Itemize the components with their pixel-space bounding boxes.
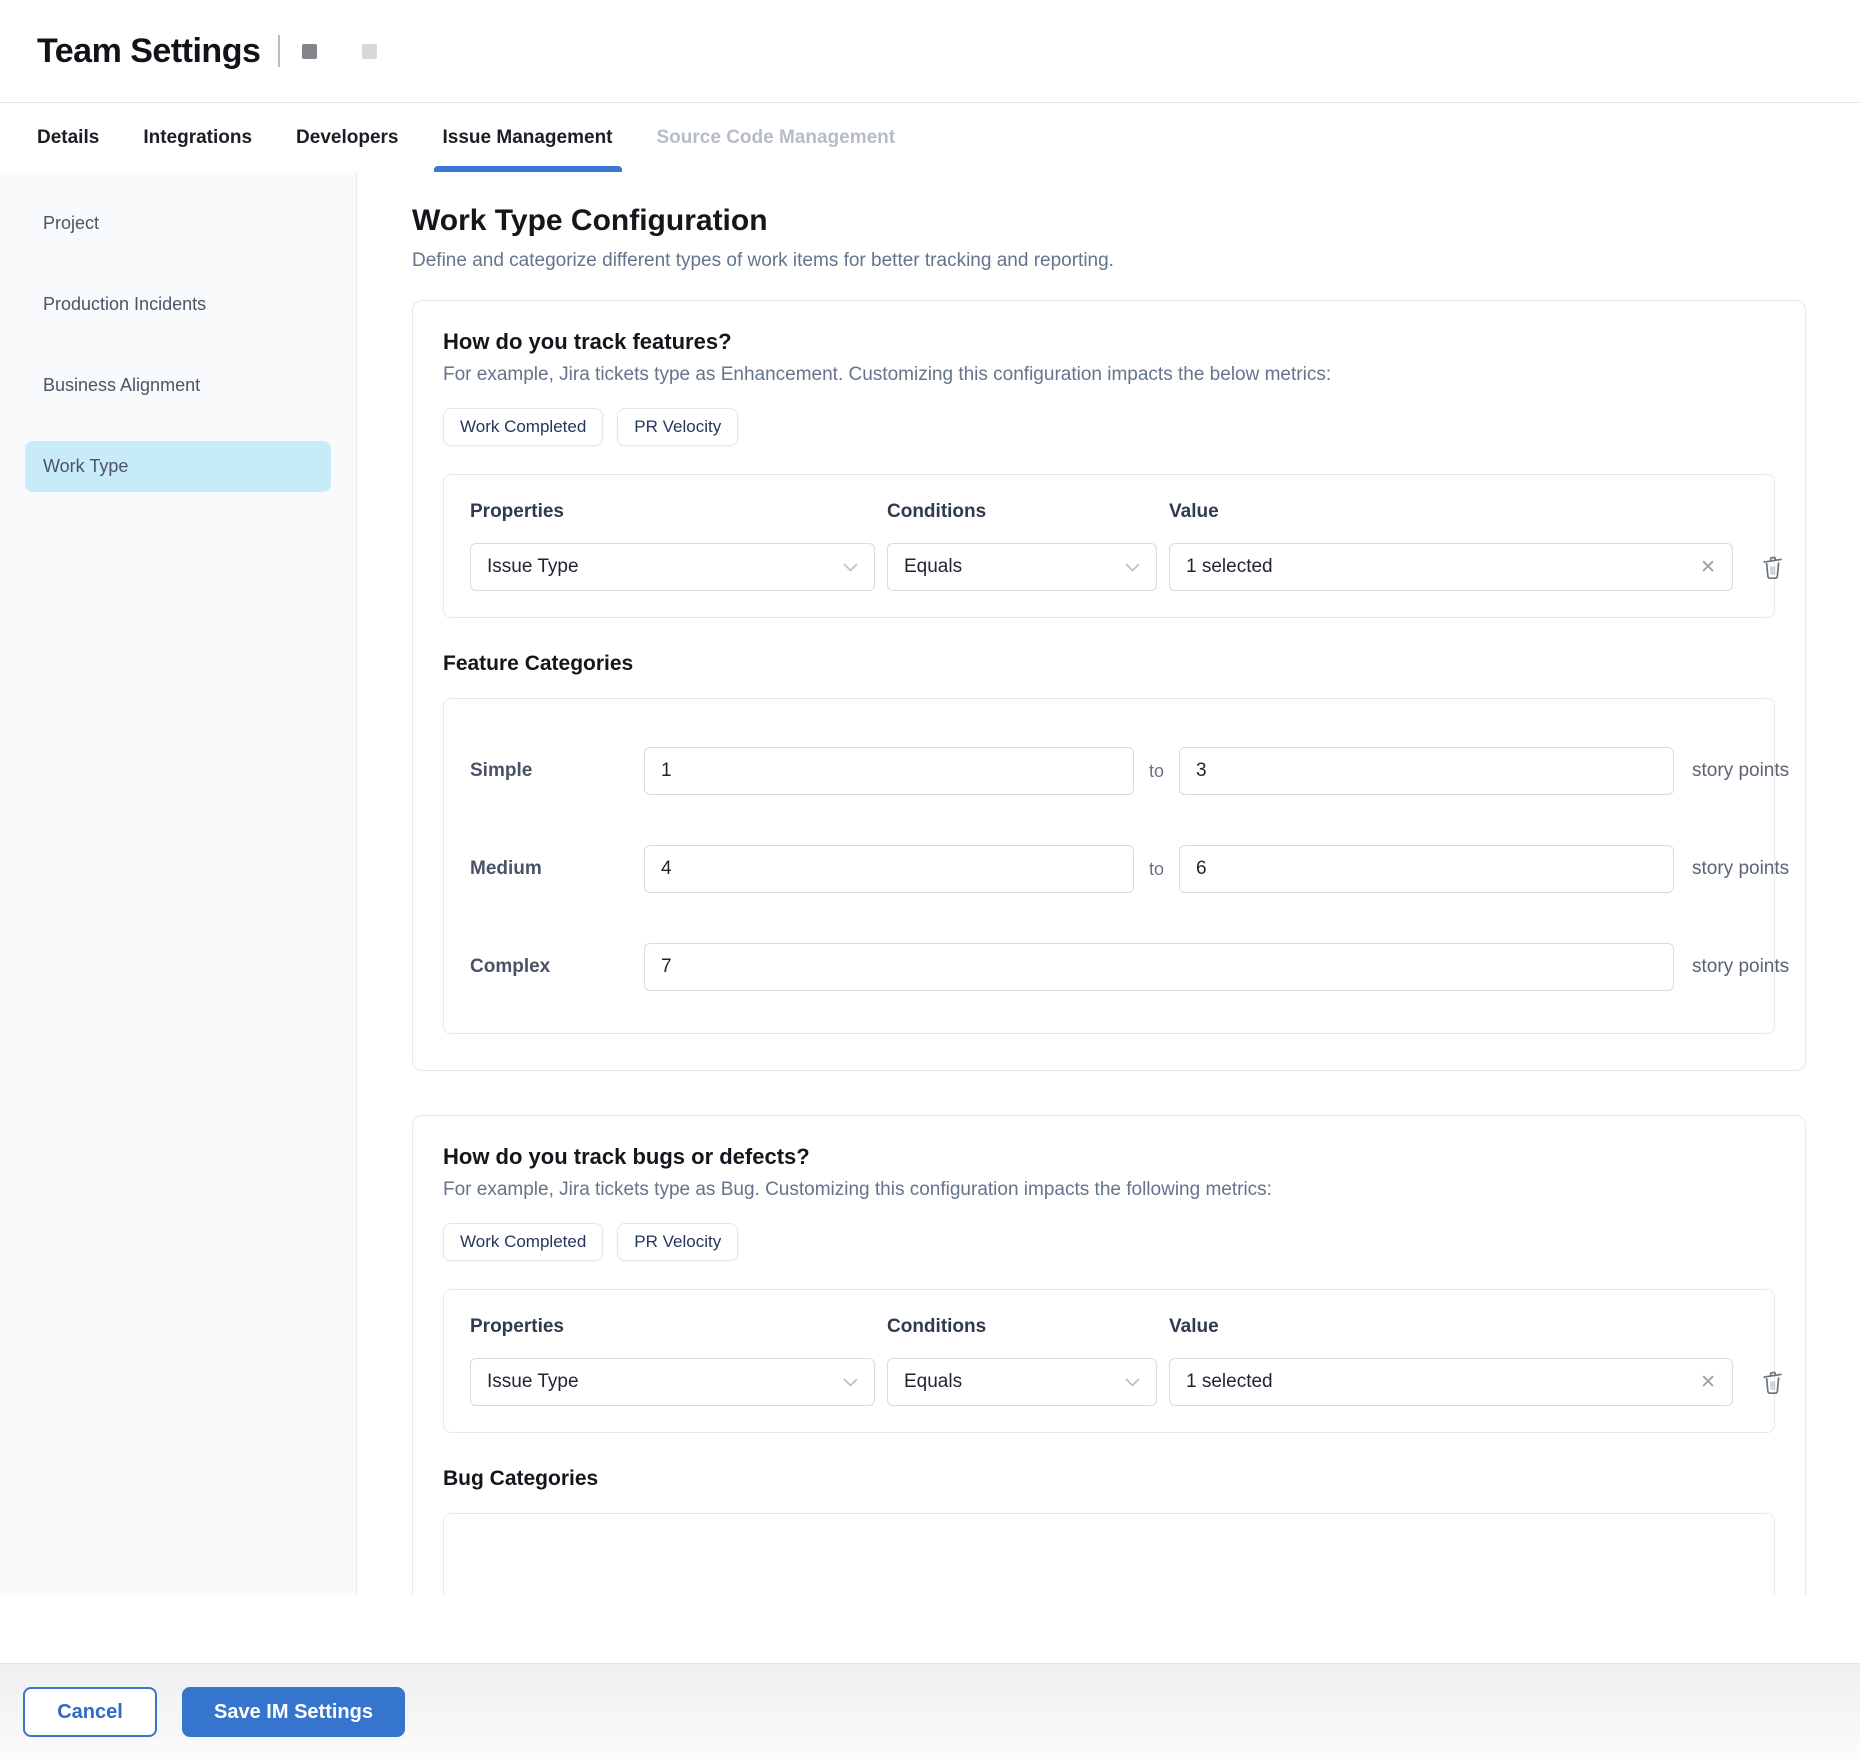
- sidebar-item-work-type[interactable]: Work Type: [25, 441, 331, 492]
- value-selected-count: 1 selected: [1186, 556, 1273, 578]
- features-condition-panel: Properties Conditions Value Issue Type E…: [443, 474, 1775, 618]
- bugs-condition-panel: Properties Conditions Value Issue Type E…: [443, 1289, 1775, 1433]
- sidebar-item-project[interactable]: Project: [25, 198, 331, 249]
- features-metric-chips: Work Completed PR Velocity: [443, 408, 1775, 446]
- property-select-value: Issue Type: [487, 1371, 579, 1393]
- property-select[interactable]: Issue Type: [470, 543, 875, 591]
- value-multiselect[interactable]: 1 selected ✕: [1169, 543, 1733, 591]
- trash-icon[interactable]: [1745, 554, 1786, 581]
- properties-label: Properties: [470, 501, 875, 523]
- app-header: Team Settings: [0, 0, 1860, 103]
- page-subtitle: Define and categorize different types of…: [412, 250, 1806, 272]
- unit-label: story points: [1692, 858, 1789, 880]
- range-from-input[interactable]: [644, 943, 1674, 991]
- condition-controls-row: Issue Type Equals 1 selected ✕: [470, 1358, 1748, 1406]
- category-row-simple: Simple to story points: [470, 747, 1748, 795]
- category-label: Complex: [470, 956, 644, 978]
- conditions-label: Conditions: [887, 1316, 1157, 1338]
- page-header-title: Team Settings: [37, 32, 260, 71]
- condition-select[interactable]: Equals: [887, 543, 1157, 591]
- main-content: Work Type Configuration Define and categ…: [357, 172, 1860, 1595]
- range-to-input[interactable]: [1179, 747, 1674, 795]
- category-row-medium: Medium to story points: [470, 845, 1748, 893]
- features-card-title: How do you track features?: [443, 329, 1775, 355]
- metric-chip-pr-velocity: PR Velocity: [617, 1223, 738, 1261]
- condition-controls-row: Issue Type Equals 1 selected ✕: [470, 543, 1748, 591]
- chevron-down-icon: [1125, 1378, 1140, 1387]
- sidebar-item-production-incidents[interactable]: Production Incidents: [25, 279, 331, 330]
- tab-developers[interactable]: Developers: [296, 103, 398, 172]
- tab-issue-management[interactable]: Issue Management: [443, 103, 613, 172]
- chevron-down-icon: [843, 1378, 858, 1387]
- range-from-input[interactable]: [644, 747, 1134, 795]
- condition-labels-row: Properties Conditions Value: [470, 501, 1748, 543]
- property-select[interactable]: Issue Type: [470, 1358, 875, 1406]
- range-to-input[interactable]: [1179, 845, 1674, 893]
- tab-bar: Details Integrations Developers Issue Ma…: [0, 103, 1860, 172]
- body: Project Production Incidents Business Al…: [0, 172, 1860, 1595]
- tab-details[interactable]: Details: [37, 103, 99, 172]
- category-label: Simple: [470, 760, 644, 782]
- bugs-card-title: How do you track bugs or defects?: [443, 1144, 1775, 1170]
- properties-label: Properties: [470, 1316, 875, 1338]
- to-label: to: [1134, 761, 1179, 782]
- property-select-value: Issue Type: [487, 556, 579, 578]
- cancel-button[interactable]: Cancel: [23, 1687, 157, 1737]
- metric-chip-pr-velocity: PR Velocity: [617, 408, 738, 446]
- condition-select-value: Equals: [904, 556, 962, 578]
- footer-bar: Cancel Save IM Settings: [0, 1663, 1860, 1760]
- value-label: Value: [1169, 501, 1733, 523]
- footer-gap: [0, 1595, 1860, 1663]
- value-selected-count: 1 selected: [1186, 1371, 1273, 1393]
- trash-icon[interactable]: [1745, 1369, 1786, 1396]
- conditions-label: Conditions: [887, 501, 1157, 523]
- clear-icon[interactable]: ✕: [1700, 558, 1716, 577]
- bug-categories-title: Bug Categories: [443, 1467, 1775, 1491]
- unit-label: story points: [1692, 956, 1789, 978]
- bug-categories-panel: [443, 1513, 1775, 1595]
- tab-integrations[interactable]: Integrations: [143, 103, 252, 172]
- square-icon-dark: [302, 44, 317, 59]
- feature-categories-title: Feature Categories: [443, 652, 1775, 676]
- unit-label: story points: [1692, 760, 1789, 782]
- page-title: Work Type Configuration: [412, 204, 1806, 238]
- features-card-description: For example, Jira tickets type as Enhanc…: [443, 364, 1775, 386]
- condition-select-value: Equals: [904, 1371, 962, 1393]
- chevron-down-icon: [843, 563, 858, 572]
- range-from-input[interactable]: [644, 845, 1134, 893]
- features-card: How do you track features? For example, …: [412, 300, 1806, 1071]
- to-label: to: [1134, 859, 1179, 880]
- value-label: Value: [1169, 1316, 1733, 1338]
- header-divider: [278, 35, 280, 67]
- condition-labels-row: Properties Conditions Value: [470, 1316, 1748, 1358]
- category-label: Medium: [470, 858, 644, 880]
- clear-icon[interactable]: ✕: [1700, 1373, 1716, 1392]
- sidebar-item-business-alignment[interactable]: Business Alignment: [25, 360, 331, 411]
- condition-select[interactable]: Equals: [887, 1358, 1157, 1406]
- bugs-card-description: For example, Jira tickets type as Bug. C…: [443, 1179, 1775, 1201]
- metric-chip-work-completed: Work Completed: [443, 1223, 603, 1261]
- bugs-card: How do you track bugs or defects? For ex…: [412, 1115, 1806, 1595]
- chevron-down-icon: [1125, 563, 1140, 572]
- sidebar: Project Production Incidents Business Al…: [0, 172, 357, 1595]
- metric-chip-work-completed: Work Completed: [443, 408, 603, 446]
- bugs-metric-chips: Work Completed PR Velocity: [443, 1223, 1775, 1261]
- tab-source-code-management[interactable]: Source Code Management: [657, 103, 896, 172]
- category-row-complex: Complex story points: [470, 943, 1748, 991]
- save-im-settings-button[interactable]: Save IM Settings: [182, 1687, 405, 1737]
- square-icon-light: [362, 44, 377, 59]
- value-multiselect[interactable]: 1 selected ✕: [1169, 1358, 1733, 1406]
- feature-categories-panel: Simple to story points Medium to story p…: [443, 698, 1775, 1034]
